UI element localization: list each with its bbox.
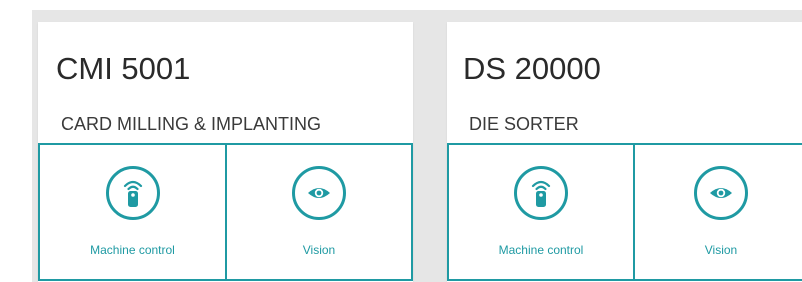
tile-label: Machine control <box>498 243 584 257</box>
card-subtitle: DIE SORTER <box>469 114 579 134</box>
tile-label: Vision <box>302 243 336 257</box>
eye-icon <box>292 166 346 220</box>
tile-label: Vision <box>704 243 738 257</box>
card-title: DS 20000 <box>463 51 601 86</box>
remote-control-icon <box>105 166 160 220</box>
machine-control-tile[interactable]: Machine control <box>447 145 633 279</box>
card-actions: Machine control Vision <box>38 143 413 281</box>
card-title: CMI 5001 <box>56 51 191 86</box>
vision-tile[interactable]: Vision <box>633 145 802 279</box>
machine-card-cmi-5001: CMI 5001 CARD MILLING & IMPLANTING Machi… <box>38 22 413 282</box>
remote-control-icon <box>514 166 568 220</box>
card-actions: Machine control Vision <box>447 143 802 281</box>
machine-control-tile[interactable]: Machine control <box>38 145 225 279</box>
eye-icon <box>694 166 748 220</box>
vision-tile[interactable]: Vision <box>225 145 413 279</box>
card-subtitle: CARD MILLING & IMPLANTING <box>61 114 322 134</box>
machine-card-ds-20000: DS 20000 DIE SORTER Machine control Visi… <box>447 22 802 282</box>
tile-label: Machine control <box>90 243 175 257</box>
